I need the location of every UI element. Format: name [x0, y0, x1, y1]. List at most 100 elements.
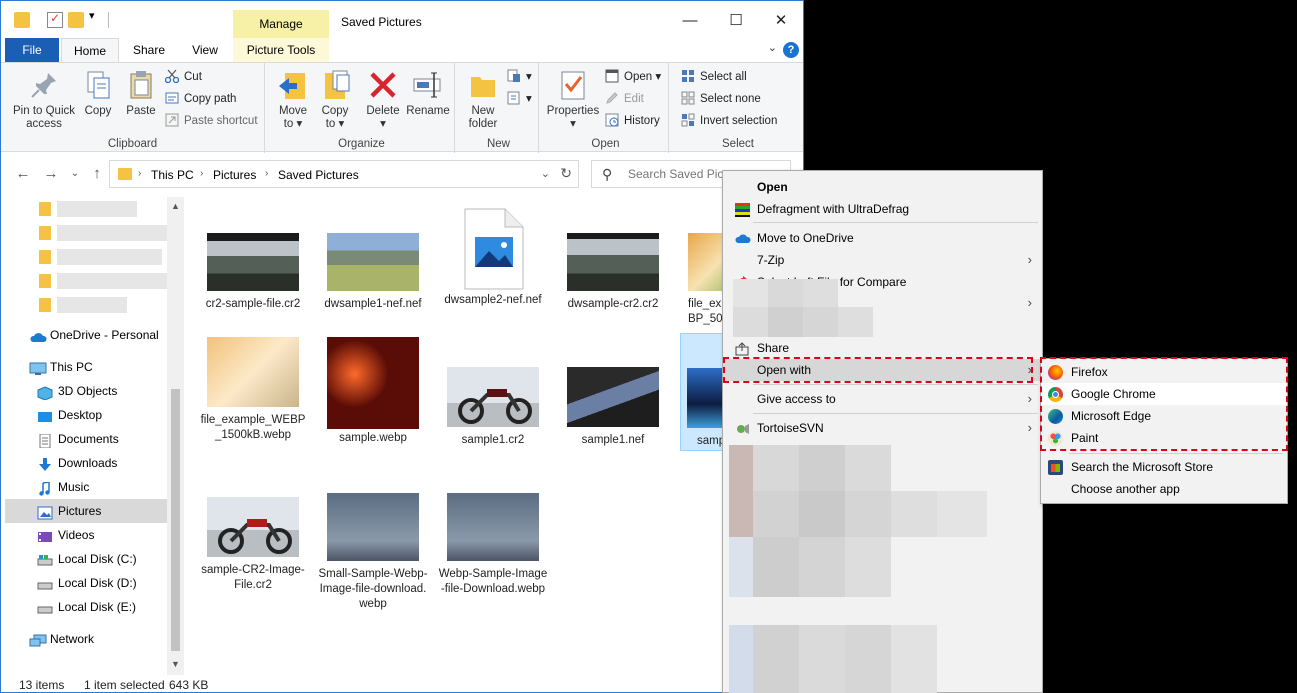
- maximize-icon[interactable]: ☐: [713, 7, 759, 35]
- nav-item-local-disk-e[interactable]: Local Disk (E:): [5, 595, 167, 619]
- tab-manage[interactable]: Manage: [233, 10, 329, 38]
- tab-file[interactable]: File: [5, 38, 59, 62]
- forward-icon[interactable]: →: [41, 165, 61, 182]
- quick-access-item[interactable]: [5, 245, 167, 269]
- tortoisesvn-icon: [735, 421, 750, 435]
- menu-item-open[interactable]: Open: [723, 176, 1042, 198]
- select-all-button[interactable]: Select all: [681, 67, 747, 87]
- redacted-menu-items: [729, 445, 1039, 693]
- open-button[interactable]: Open ▾: [605, 67, 661, 87]
- history-button[interactable]: History: [605, 111, 660, 131]
- help-icon[interactable]: ?: [783, 42, 799, 58]
- up-icon[interactable]: ↑: [87, 165, 107, 182]
- new-folder-icon: [467, 69, 499, 101]
- file-tile[interactable]: dwsample1-nef.nef: [318, 229, 428, 312]
- delete-button[interactable]: Delete ▾: [363, 69, 403, 131]
- nav-item-pictures[interactable]: Pictures: [5, 499, 167, 523]
- submenu-item-search-store[interactable]: Search the Microsoft Store: [1041, 456, 1287, 478]
- file-tile[interactable]: sample-CR2-Image-File.cr2: [198, 497, 308, 593]
- menu-item-defragment[interactable]: Defragment with UltraDefrag: [723, 198, 1042, 220]
- menu-item-7zip[interactable]: 7-Zip ›: [723, 249, 1042, 271]
- submenu-item-choose-another[interactable]: Choose another app: [1041, 478, 1287, 500]
- new-item-button[interactable]: ▾: [507, 67, 532, 87]
- nav-item-3d-objects[interactable]: 3D Objects: [5, 379, 167, 403]
- cut-button[interactable]: Cut: [164, 67, 202, 87]
- file-tile[interactable]: cr2-sample-file.cr2: [198, 229, 308, 312]
- new-folder-button[interactable]: New folder: [463, 69, 503, 131]
- select-all-icon: [681, 69, 695, 83]
- nav-scrollbar[interactable]: ▲ ▼: [167, 197, 184, 675]
- properties-button[interactable]: Properties ▾: [545, 69, 601, 131]
- copy-button[interactable]: Copy: [79, 69, 117, 118]
- nav-item-music[interactable]: Music: [5, 475, 167, 499]
- tab-picture-tools[interactable]: Picture Tools: [233, 38, 329, 62]
- file-tile[interactable]: sample.webp: [318, 337, 428, 446]
- tab-view[interactable]: View: [179, 38, 231, 62]
- pin-to-quick-access-button[interactable]: Pin to Quick access: [9, 69, 79, 131]
- scroll-up-icon[interactable]: ▲: [171, 201, 180, 211]
- crumb-pictures[interactable]: Pictures: [213, 168, 256, 182]
- recent-locations-chevron-icon[interactable]: ⌄: [65, 168, 85, 179]
- invert-selection-button[interactable]: Invert selection: [681, 111, 777, 131]
- open-group-label: Open: [591, 138, 620, 150]
- quick-access-item[interactable]: [5, 197, 167, 221]
- crumb-this-pc[interactable]: This PC: [151, 168, 194, 182]
- tab-home[interactable]: Home: [61, 38, 119, 63]
- minimize-icon[interactable]: —: [667, 7, 713, 35]
- move-to-button[interactable]: Move to ▾: [273, 69, 313, 131]
- nav-item-network[interactable]: Network: [5, 627, 167, 651]
- edit-button[interactable]: Edit: [605, 89, 644, 109]
- nav-item-documents[interactable]: Documents: [5, 427, 167, 451]
- menu-item-give-access[interactable]: Give access to ›: [723, 388, 1042, 410]
- file-tile-selected[interactable]: samp: [680, 333, 728, 451]
- ribbon-collapse-chevron-icon[interactable]: ⌄: [768, 41, 777, 54]
- new-folder-quick-icon[interactable]: [68, 12, 84, 28]
- music-icon: [37, 480, 53, 496]
- nav-item-local-disk-d[interactable]: Local Disk (D:): [5, 571, 167, 595]
- quick-access-item[interactable]: [5, 293, 167, 317]
- rename-button[interactable]: Rename: [405, 69, 451, 118]
- rename-icon: [412, 69, 444, 101]
- scroll-down-icon[interactable]: ▼: [171, 659, 180, 669]
- customize-quick-access-chevron-icon[interactable]: ▾: [89, 9, 95, 22]
- close-icon[interactable]: ✕: [758, 7, 803, 35]
- file-tile[interactable]: file_exBP_50: [678, 229, 728, 327]
- paste-button[interactable]: Paste: [121, 69, 161, 118]
- paste-shortcut-button[interactable]: Paste shortcut: [165, 111, 258, 131]
- back-icon[interactable]: ←: [13, 165, 33, 182]
- menu-item-tortoisesvn[interactable]: TortoiseSVN ›: [723, 417, 1042, 439]
- status-bar: 13 items 1 item selected 643 KB: [1, 675, 803, 692]
- scroll-thumb[interactable]: [171, 389, 180, 651]
- address-history-chevron-icon[interactable]: ⌄: [541, 167, 550, 180]
- computer-icon: [29, 360, 47, 375]
- crumb-saved-pictures[interactable]: Saved Pictures: [278, 168, 359, 182]
- nav-item-videos[interactable]: Videos: [5, 523, 167, 547]
- nav-item-downloads[interactable]: Downloads: [5, 451, 167, 475]
- file-tile[interactable]: dwsample-cr2.cr2: [558, 229, 668, 312]
- file-tile[interactable]: file_example_WEBP_1500kB.webp: [198, 337, 308, 443]
- refresh-icon[interactable]: ↻: [560, 165, 572, 182]
- menu-item-move-to-onedrive[interactable]: Move to OneDrive: [723, 227, 1042, 249]
- copy-to-button[interactable]: Copy to ▾: [315, 69, 355, 131]
- menu-item-share[interactable]: Share: [723, 337, 1042, 359]
- file-tile[interactable]: sample1.cr2: [438, 367, 548, 448]
- ribbon-group-organize: Move to ▾ Copy to ▾ Delete ▾ Rename Orga…: [269, 63, 455, 153]
- file-tile[interactable]: sample1.nef: [558, 367, 668, 448]
- easy-access-button[interactable]: ▾: [507, 89, 532, 109]
- nav-item-onedrive[interactable]: OneDrive - Personal: [5, 323, 167, 347]
- copy-path-button[interactable]: Copy path: [165, 89, 236, 109]
- nav-item-this-pc[interactable]: This PC: [5, 355, 167, 379]
- properties-quick-icon[interactable]: [47, 11, 63, 28]
- file-tile[interactable]: dwsample2-nef.nef: [438, 207, 548, 308]
- nav-item-desktop[interactable]: Desktop: [5, 403, 167, 427]
- copy-to-label-line1: Copy: [321, 105, 349, 117]
- quick-access-item[interactable]: [5, 269, 167, 293]
- store-icon: [1048, 460, 1063, 475]
- nav-item-local-disk-c[interactable]: Local Disk (C:): [5, 547, 167, 571]
- tab-share[interactable]: Share: [123, 38, 175, 62]
- file-tile[interactable]: Webp-Sample-Image-file-Download.webp: [438, 493, 548, 597]
- address-bar[interactable]: › This PC › Pictures › Saved Pictures ⌄ …: [109, 160, 579, 188]
- file-tile[interactable]: Small-Sample-Webp-Image-file-download.we…: [318, 493, 428, 612]
- select-none-button[interactable]: Select none: [681, 89, 761, 109]
- quick-access-item[interactable]: [5, 221, 167, 245]
